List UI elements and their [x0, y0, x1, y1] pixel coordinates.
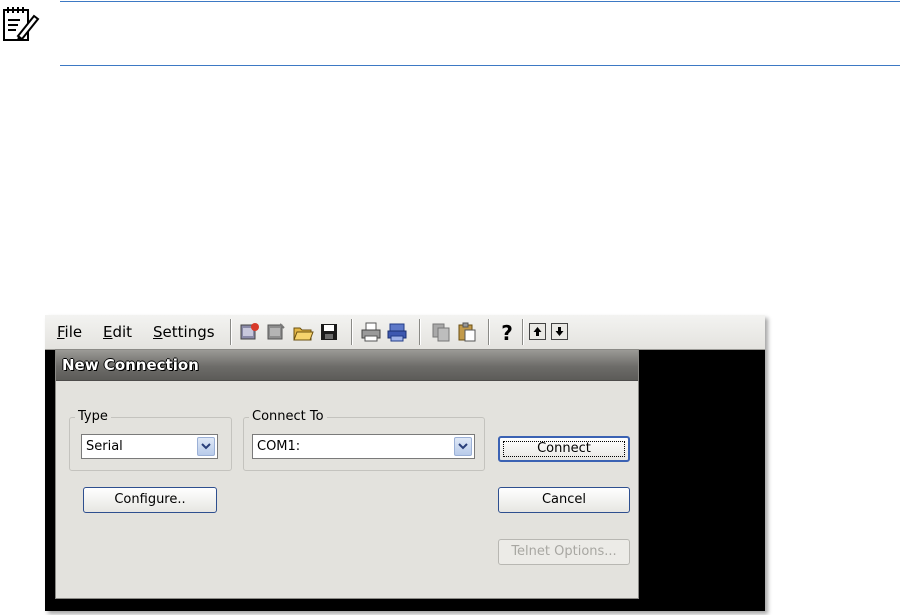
menu-edit[interactable]: Edit — [103, 323, 132, 341]
disconnect-icon[interactable] — [264, 320, 288, 344]
svg-text:?: ? — [501, 321, 513, 344]
scroll-up-icon[interactable] — [529, 323, 546, 340]
save-icon[interactable] — [317, 320, 341, 344]
telnet-options-button[interactable]: Telnet Options... — [498, 539, 630, 565]
print-icon[interactable] — [359, 320, 383, 344]
cancel-button[interactable]: Cancel — [498, 487, 630, 513]
note-icon — [0, 4, 42, 46]
dialog-title: New Connection — [62, 356, 199, 374]
copy-icon[interactable] — [429, 320, 453, 344]
connect-to-group: Connect To COM1: — [243, 409, 485, 471]
type-select-value: Serial — [86, 439, 123, 454]
print-setup-icon[interactable] — [385, 320, 409, 344]
cancel-button-label: Cancel — [541, 492, 587, 507]
connect-to-select-value: COM1: — [257, 439, 301, 454]
chevron-down-icon[interactable] — [197, 437, 215, 456]
new-connection-icon[interactable] — [237, 320, 261, 344]
toolbar-separator — [419, 319, 420, 345]
toolbar-separator — [351, 319, 352, 345]
type-group: Type Serial — [69, 409, 232, 471]
telnet-options-button-label: Telnet Options... — [511, 544, 617, 559]
configure-button-label: Configure.. — [114, 492, 186, 507]
type-select[interactable]: Serial — [81, 434, 218, 459]
open-folder-icon[interactable] — [291, 320, 315, 344]
menu-settings[interactable]: Settings — [153, 323, 215, 341]
focus-rect — [503, 441, 625, 457]
new-connection-dialog: New Connection Type Serial Connect To CO… — [55, 349, 639, 599]
connect-to-select[interactable]: COM1: — [252, 434, 475, 459]
type-group-label: Type — [75, 409, 111, 424]
configure-button[interactable]: Configure.. — [83, 487, 217, 513]
bottom-rule — [60, 65, 900, 66]
toolbar-separator — [230, 319, 231, 345]
menu-file[interactable]: File — [57, 323, 82, 341]
toolbar-separator — [522, 319, 523, 345]
scroll-down-icon[interactable] — [551, 323, 568, 340]
help-icon[interactable]: ? — [495, 320, 519, 344]
terminal-window: File Edit Settings ? New Connection Type… — [45, 315, 765, 611]
toolbar-separator — [488, 319, 489, 345]
dialog-title-bar: New Connection — [56, 350, 638, 381]
connect-to-group-label: Connect To — [249, 409, 327, 424]
menu-toolbar-bar: File Edit Settings ? — [45, 315, 765, 350]
top-rule — [60, 1, 900, 2]
chevron-down-icon[interactable] — [454, 437, 472, 456]
paste-icon[interactable] — [455, 320, 479, 344]
connect-button[interactable]: Connect — [498, 436, 630, 462]
